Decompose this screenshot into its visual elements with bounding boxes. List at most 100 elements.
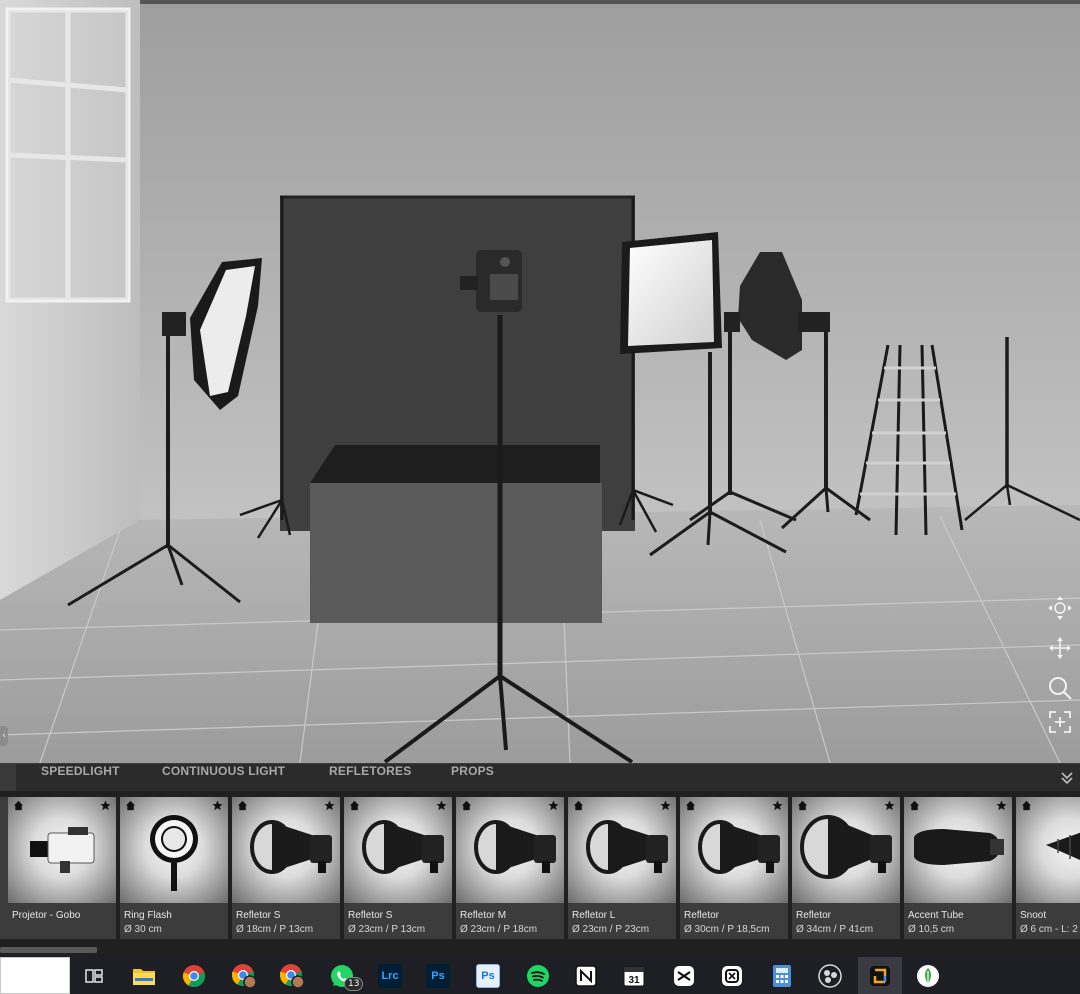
chrome-profile-taskbar-button[interactable] xyxy=(222,957,266,994)
library-card[interactable]: Refletor M Ø 23cm / P 18cm xyxy=(456,797,564,939)
orbit-icon[interactable] xyxy=(1044,592,1076,624)
card-name: Accent Tube xyxy=(908,910,964,921)
3d-viewport[interactable]: ‹ xyxy=(0,0,1080,763)
home-icon[interactable] xyxy=(461,800,472,811)
reflector-icon xyxy=(250,820,332,874)
card-thumbnail xyxy=(120,797,228,903)
library-card[interactable]: Snoot Ø 6 cm - L: 2 xyxy=(1016,797,1080,939)
card-name: Refletor M xyxy=(460,910,507,921)
photoshop-express-icon: Ps xyxy=(476,963,500,988)
card-size: Ø 10,5 cm xyxy=(908,924,955,935)
tab-props[interactable]: PROPS xyxy=(451,764,494,792)
home-icon[interactable] xyxy=(1021,800,1032,811)
spotify-taskbar-button[interactable] xyxy=(516,957,560,994)
photoshop-icon: Ps xyxy=(426,963,450,988)
file-explorer-taskbar-button[interactable] xyxy=(122,957,166,994)
library-card[interactable]: Refletor Ø 34cm / P 41cm xyxy=(792,797,900,939)
tab-continuous-light[interactable]: CONTINUOUS LIGHT xyxy=(162,764,285,792)
library-card[interactable]: Refletor S Ø 18cm / P 13cm xyxy=(232,797,340,939)
library-strip: Projetor - Gobo Ring Flash Ø 30 cm Refletor… xyxy=(0,791,1080,945)
library-card-partial[interactable] xyxy=(0,797,8,939)
home-icon[interactable] xyxy=(797,800,808,811)
category-tabs: SPEEDLIGHT CONTINUOUS LIGHT REFLETORES P… xyxy=(0,763,1080,792)
star-icon[interactable] xyxy=(884,800,895,811)
chrome-profile-taskbar-button[interactable] xyxy=(270,957,314,994)
home-icon[interactable] xyxy=(13,800,24,811)
chrome-taskbar-button[interactable] xyxy=(172,957,216,994)
file-explorer-icon xyxy=(132,966,156,986)
notion-taskbar-button[interactable] xyxy=(564,957,608,994)
library-card[interactable]: Accent Tube Ø 10,5 cm xyxy=(904,797,1012,939)
windows-taskbar: 13 Lrc Ps Ps 31 xyxy=(0,955,1080,994)
task-view-taskbar-button[interactable] xyxy=(72,957,116,994)
star-icon[interactable] xyxy=(100,800,111,811)
lightroom-classic-taskbar-button[interactable]: Lrc xyxy=(368,957,412,994)
home-icon[interactable] xyxy=(237,800,248,811)
studio-scene[interactable] xyxy=(0,0,1080,763)
ring-flash-icon xyxy=(150,815,198,891)
notion-icon xyxy=(575,964,597,987)
snoot-icon xyxy=(1046,832,1080,860)
home-icon[interactable] xyxy=(349,800,360,811)
card-size: Ø 30cm / P 18,5cm xyxy=(684,924,770,935)
card-size: Ø 23cm / P 13cm xyxy=(348,924,426,935)
library-card[interactable]: Projetor - Gobo xyxy=(8,797,116,939)
home-icon[interactable] xyxy=(909,800,920,811)
chrome-profile-icon xyxy=(279,963,305,989)
capcut-taskbar-button[interactable] xyxy=(662,957,706,994)
card-name: Ring Flash xyxy=(124,910,172,921)
star-icon[interactable] xyxy=(996,800,1007,811)
fit-view-icon[interactable] xyxy=(1044,706,1076,738)
tab-refletores[interactable]: REFLETORES xyxy=(329,764,411,792)
calendar-taskbar-button[interactable]: 31 xyxy=(612,957,656,994)
photoshop-express-taskbar-button[interactable]: Ps xyxy=(466,957,510,994)
taskbar-search-input[interactable] xyxy=(0,957,70,994)
obs-taskbar-button[interactable] xyxy=(808,957,852,994)
spotify-icon xyxy=(526,964,550,988)
studio-app-taskbar-button[interactable] xyxy=(858,957,902,994)
scrollbar-thumb[interactable] xyxy=(0,947,97,953)
tab-speedlight[interactable]: SPEEDLIGHT xyxy=(41,764,120,792)
card-thumbnail xyxy=(344,797,452,903)
table[interactable] xyxy=(310,483,602,623)
star-icon[interactable] xyxy=(548,800,559,811)
star-icon[interactable] xyxy=(324,800,335,811)
card-name: Refletor S xyxy=(236,910,281,921)
calendar-icon: 31 xyxy=(623,965,645,987)
home-icon[interactable] xyxy=(685,800,696,811)
photoshop-taskbar-button[interactable]: Ps xyxy=(416,957,460,994)
library-card[interactable]: Refletor Ø 30cm / P 18,5cm xyxy=(680,797,788,939)
leaf-app-taskbar-button[interactable] xyxy=(906,957,950,994)
tab-previous[interactable] xyxy=(0,764,16,792)
app-taskbar-button[interactable] xyxy=(710,957,754,994)
calculator-icon xyxy=(772,964,792,988)
card-thumbnail xyxy=(792,797,900,903)
whatsapp-taskbar-button[interactable]: 13 xyxy=(320,957,364,994)
table-top[interactable] xyxy=(310,445,600,483)
card-thumbnail xyxy=(904,797,1012,903)
app-window: ‹ SPEEDLIGHT CONTINUOUS LIGHT REFLETORES… xyxy=(0,0,1080,994)
star-icon[interactable] xyxy=(772,800,783,811)
star-icon[interactable] xyxy=(436,800,447,811)
home-icon[interactable] xyxy=(125,800,136,811)
lightroom-classic-icon: Lrc xyxy=(378,963,402,988)
card-thumbnail xyxy=(568,797,676,903)
side-panel-toggle[interactable]: ‹ xyxy=(0,726,8,746)
star-icon[interactable] xyxy=(660,800,671,811)
notification-badge: 13 xyxy=(344,977,364,991)
app-icon xyxy=(721,965,743,987)
zoom-icon[interactable] xyxy=(1044,672,1076,704)
library-scrollbar[interactable] xyxy=(0,945,1080,955)
reflector-icon xyxy=(698,820,780,874)
library-card[interactable]: Ring Flash Ø 30 cm xyxy=(120,797,228,939)
card-thumbnail xyxy=(680,797,788,903)
capcut-icon xyxy=(673,965,695,987)
library-card[interactable]: Refletor S Ø 23cm / P 13cm xyxy=(344,797,452,939)
calculator-taskbar-button[interactable] xyxy=(760,957,804,994)
home-icon[interactable] xyxy=(573,800,584,811)
chevron-double-down-icon[interactable] xyxy=(1060,770,1074,786)
star-icon[interactable] xyxy=(212,800,223,811)
reflector-icon xyxy=(800,815,892,879)
library-card[interactable]: Refletor L Ø 23cm / P 23cm xyxy=(568,797,676,939)
pan-icon[interactable] xyxy=(1044,632,1076,664)
